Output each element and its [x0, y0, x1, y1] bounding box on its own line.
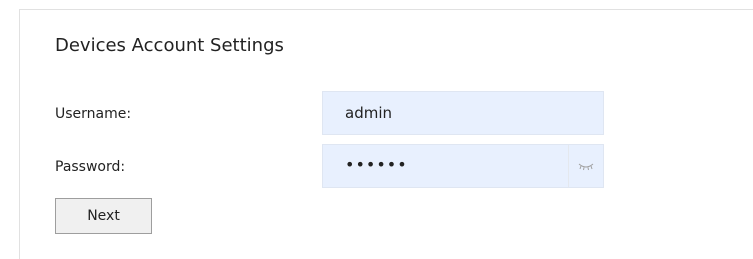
username-field[interactable]: admin [322, 91, 604, 135]
username-value: admin [345, 104, 392, 122]
password-field[interactable]: •••••• [322, 144, 604, 188]
next-button[interactable]: Next [55, 198, 152, 234]
password-label: Password: [55, 159, 126, 175]
username-label: Username: [55, 106, 132, 122]
page-title: Devices Account Settings [55, 35, 284, 56]
password-value: •••••• [345, 155, 408, 174]
eye-closed-icon[interactable] [568, 145, 603, 187]
